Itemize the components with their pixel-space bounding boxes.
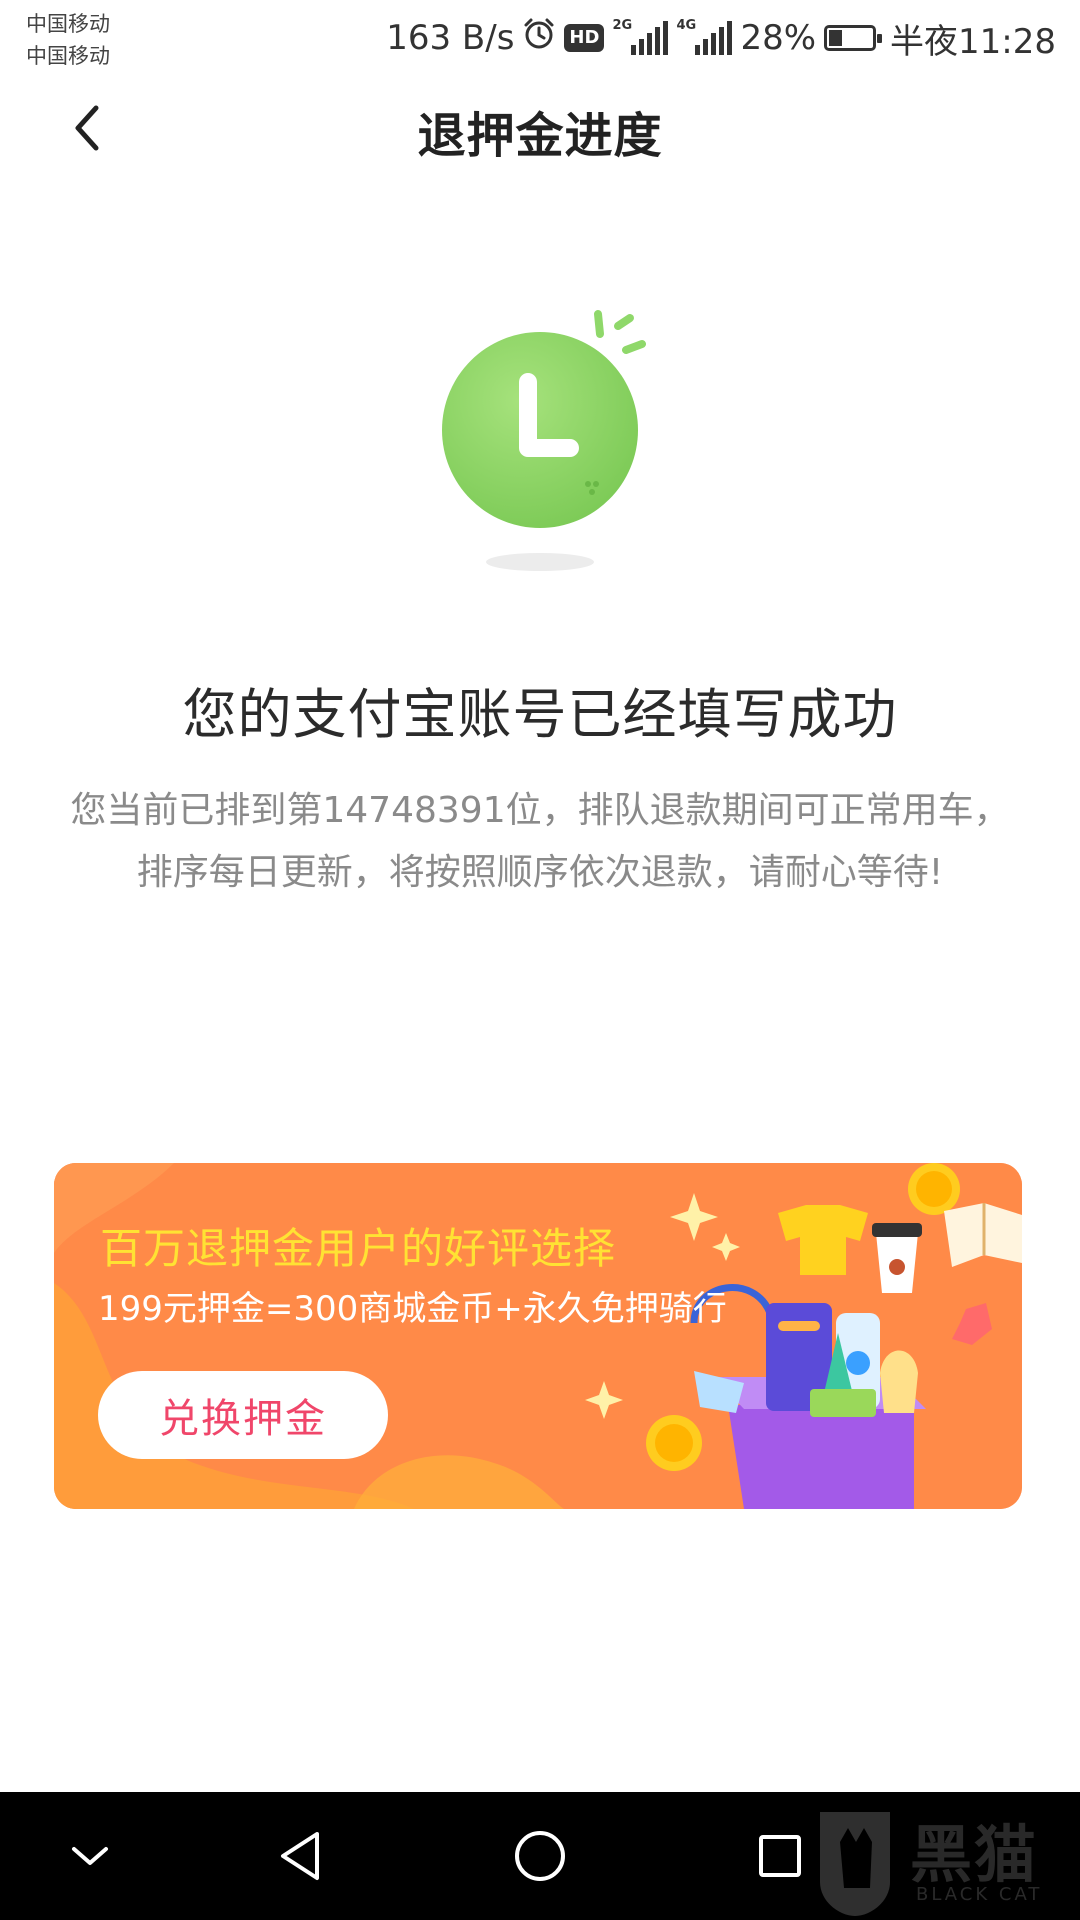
promo-title: 百万退押金用户的好评选择: [100, 1224, 617, 1273]
promo-subtitle: 199元押金=300商城金币+永久免押骑行: [98, 1289, 727, 1329]
watermark-subtext: BLACK CAT: [916, 1884, 1043, 1905]
exchange-deposit-button[interactable]: 兑换押金: [98, 1371, 388, 1459]
hd-voice-icon: HD: [564, 24, 605, 52]
clock-time: 半夜11:28: [890, 21, 1056, 62]
network-type-2: 4G: [676, 18, 697, 33]
signal-strength-icon-2: 4G: [676, 18, 733, 55]
carrier-1: 中国移动: [26, 12, 110, 36]
status-bar: 中国移动 中国移动 163 B/s HD 2G 4G 28% 半夜11:28: [0, 0, 1080, 80]
square-recents-icon: [759, 1835, 801, 1877]
promo-banner[interactable]: 百万退押金用户的好评选择 199元押金=300商城金币+永久免押骑行 兑换押金: [54, 1163, 1022, 1509]
status-indicators: 163 B/s HD 2G 4G 28% 半夜11:28: [386, 14, 1056, 62]
cat-logo-icon: [820, 1812, 890, 1916]
triangle-back-icon: [281, 1832, 319, 1880]
app-header: 退押金进度: [0, 80, 1080, 176]
clock-icon: [442, 310, 646, 571]
watermark-text: 黑猫: [910, 1818, 1039, 1891]
battery-icon: [824, 25, 883, 51]
page-title: 退押金进度: [417, 108, 663, 164]
carrier-2: 中国移动: [26, 44, 110, 68]
alarm-icon: [522, 17, 556, 60]
battery-percent: 28%: [740, 18, 817, 58]
signal-strength-icon-1: 2G: [612, 18, 669, 55]
network-speed: 163 B/s: [386, 18, 515, 58]
pending-clock-illustration: [420, 300, 670, 580]
circle-home-icon: [515, 1831, 565, 1881]
refund-progress-screen: 中国移动 中国移动 163 B/s HD 2G 4G 28% 半夜11:28 退…: [0, 0, 1080, 1920]
queue-description: 您当前已排到第14748391位，排队退款期间可正常用车，排序每日更新，将按照顺…: [70, 790, 1010, 893]
network-type-1: 2G: [612, 18, 633, 33]
nav-home-button[interactable]: [500, 1816, 580, 1896]
system-navigation-bar: 黑猫 BLACK CAT: [0, 1792, 1080, 1920]
chevron-down-icon: [72, 1847, 108, 1865]
nav-back-button[interactable]: [260, 1816, 340, 1896]
carrier-labels: 中国移动 中国移动: [26, 8, 110, 72]
success-title: 您的支付宝账号已经填写成功: [182, 683, 898, 746]
watermark: 黑猫 BLACK CAT: [800, 1792, 1080, 1920]
nav-hide-button[interactable]: [50, 1816, 130, 1896]
